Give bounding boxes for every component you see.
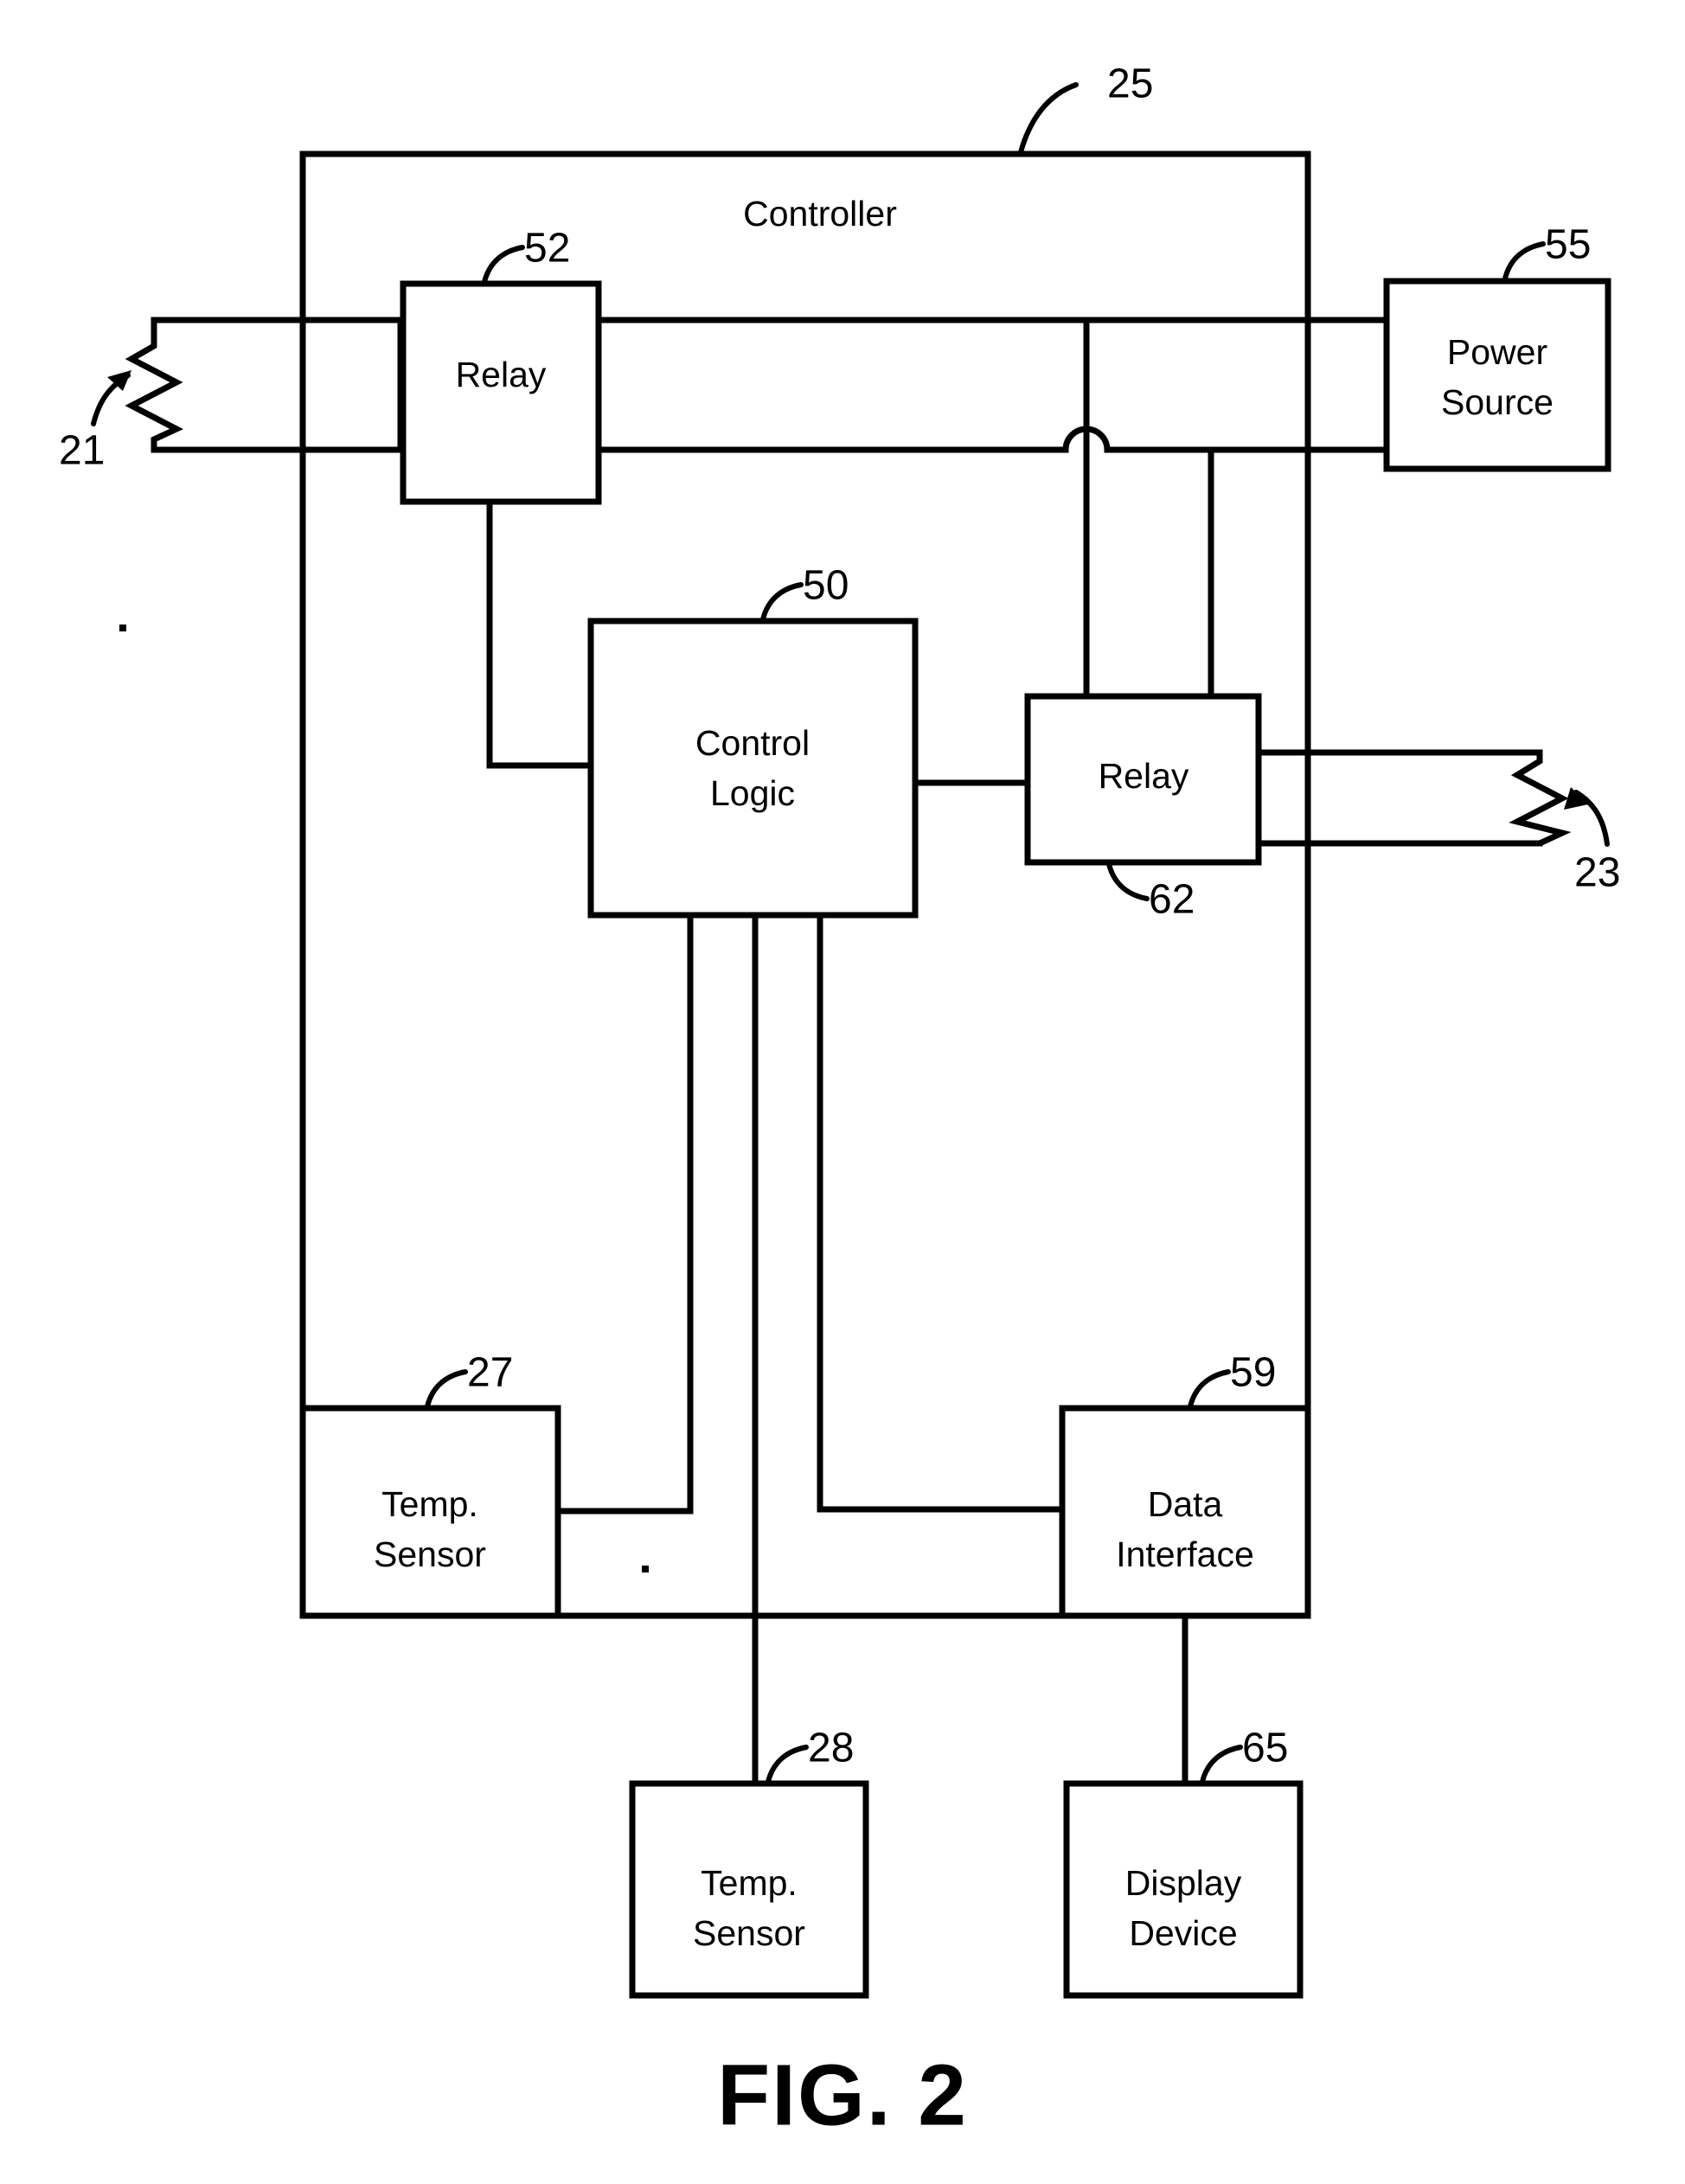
power-source-label-line2: Source: [1441, 382, 1554, 422]
temp-sensor-27-label-line2: Sensor: [374, 1534, 486, 1574]
temp-sensor-27-block[interactable]: Temp. Sensor 27: [299, 1350, 561, 1619]
leader-27: [425, 1369, 468, 1409]
display-device-label-line1: Display: [1125, 1863, 1242, 1903]
ref-label-27: 27: [467, 1350, 513, 1396]
data-interface-block[interactable]: Data Interface 59: [1059, 1350, 1311, 1619]
resistor-zigzag-21: [125, 320, 183, 450]
temp-sensor-28-label-line1: Temp.: [701, 1863, 798, 1903]
leader-55: [1502, 241, 1546, 281]
leader-25: [1018, 82, 1079, 155]
ref-label-62: 62: [1149, 877, 1195, 923]
ref-label-59: 59: [1230, 1350, 1276, 1396]
power-source-box[interactable]: [1383, 278, 1611, 472]
ref-label-50: 50: [803, 563, 849, 609]
controller-label: Controller: [743, 194, 897, 234]
figure-caption: FIG. 2: [717, 2046, 968, 2143]
temp-sensor-28-label-line2: Sensor: [693, 1913, 805, 1953]
ref-label-21: 21: [59, 428, 105, 474]
control-logic-label-line1: Control: [695, 723, 810, 763]
relay-62-label: Relay: [1099, 756, 1189, 796]
heating-element-23: 23: [1509, 753, 1620, 896]
resistor-zigzag-23: [1509, 753, 1572, 847]
control-logic-box[interactable]: [587, 618, 919, 919]
scan-speck-left: [119, 624, 126, 631]
leader-50: [760, 582, 804, 622]
data-interface-label-line1: Data: [1148, 1484, 1223, 1524]
patent-figure: 21 23 Relay 52 Power Source 55 Control L…: [0, 0, 1685, 2184]
data-interface-label-line2: Interface: [1116, 1534, 1254, 1574]
control-logic-label-line2: Logic: [710, 773, 795, 813]
leader-65: [1200, 1745, 1243, 1784]
power-source-block[interactable]: Power Source 55: [1383, 222, 1611, 472]
control-logic-block[interactable]: Control Logic 50: [587, 563, 919, 919]
power-source-label-line1: Power: [1447, 332, 1547, 372]
leader-28: [766, 1745, 809, 1784]
leader-62: [1106, 861, 1150, 901]
temp-sensor-27-label-line1: Temp.: [381, 1484, 478, 1524]
ref-label-55: 55: [1545, 222, 1591, 268]
leader-59: [1188, 1369, 1231, 1409]
ref-label-52: 52: [524, 226, 570, 272]
ref-label-65: 65: [1242, 1726, 1288, 1771]
relay-62-block[interactable]: Relay 62: [1024, 693, 1262, 923]
display-device-label-line2: Device: [1129, 1913, 1237, 1953]
ref-label-28: 28: [808, 1726, 854, 1771]
block-diagram-canvas: 21 23 Relay 52 Power Source 55 Control L…: [59, 61, 1620, 2144]
ref-label-25: 25: [1107, 61, 1153, 107]
temp-sensor-28-block[interactable]: Temp. Sensor 28: [629, 1726, 869, 1999]
relay-52-label: Relay: [456, 355, 547, 394]
scan-speck-bottom: [642, 1566, 649, 1572]
relay-52-block[interactable]: Relay 52: [400, 226, 602, 505]
leader-52: [482, 245, 525, 285]
ref-label-23: 23: [1574, 850, 1620, 896]
